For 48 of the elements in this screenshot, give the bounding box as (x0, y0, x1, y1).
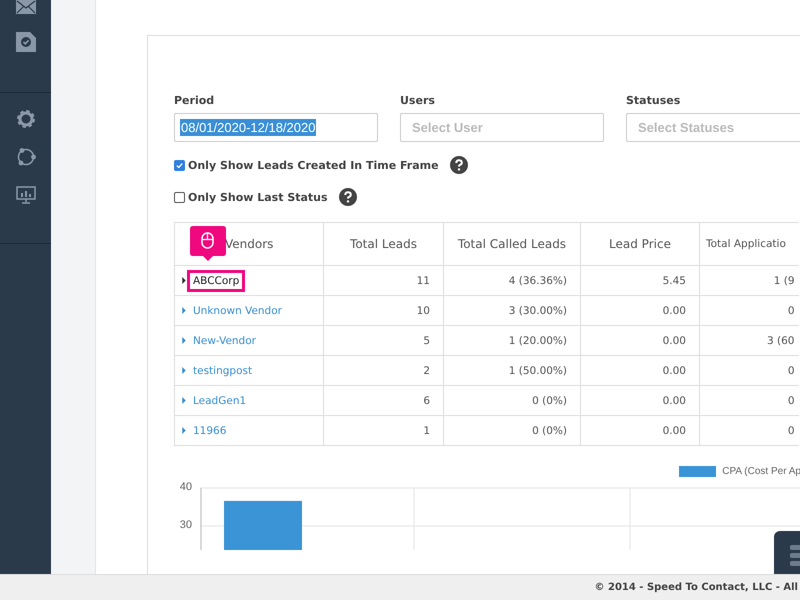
filter-label: Statuses (626, 94, 682, 107)
table-cell: 4 (36.36%) (444, 266, 580, 296)
y-axis-tick: 30 (180, 519, 192, 531)
help-icon[interactable] (338, 188, 357, 206)
checkbox[interactable] (174, 192, 185, 202)
table-cell: 1 (50.00%) (444, 356, 580, 386)
table-cell: 1 (324, 416, 444, 446)
date-range-field[interactable]: 08/01/2020-12/18/2020 (174, 113, 378, 142)
mouse-icon (201, 232, 214, 249)
help-icon[interactable] (450, 156, 468, 174)
table-cell: 6 (324, 386, 444, 416)
table-cell: 2 (324, 356, 444, 386)
table-cell: 0.00 (580, 326, 700, 356)
table-cell: 3 (30.00%) (444, 296, 580, 326)
y-axis-tick: 40 (180, 481, 192, 493)
copyright-text: © 2014 - Speed To Contact, LLC - All (594, 582, 799, 593)
table-cell: 0.00 (580, 416, 700, 446)
column-header: Total Applicatio (700, 222, 798, 266)
checkbox[interactable] (174, 160, 185, 170)
network-icon[interactable] (16, 147, 36, 167)
expand-caret-icon[interactable] (182, 277, 186, 284)
checkbox-label: Only Show Last Status (188, 190, 328, 204)
table-cell: 5.45 (580, 266, 700, 296)
checkbox-label: Only Show Leads Created In Time Frame (188, 158, 439, 172)
check-document-icon[interactable] (16, 32, 36, 52)
table-cell: 0.00 (580, 356, 700, 386)
mail-icon[interactable] (16, 0, 36, 14)
monitor-chart-icon[interactable] (16, 185, 36, 205)
filter-label: Users (400, 94, 436, 107)
table-cell: 0 (0%) (444, 386, 580, 416)
table-cell: 11 (324, 266, 444, 296)
table-cell: 0.00 (580, 386, 700, 416)
column-header: Vendors (174, 222, 324, 266)
select-field[interactable]: Select Statuses (626, 113, 800, 142)
column-header: Total Called Leads (444, 222, 580, 266)
filter-label: Period (174, 94, 216, 107)
table-cell: 0.00 (580, 296, 700, 326)
table-cell: 5 (324, 326, 444, 356)
table-cell: 10 (324, 296, 444, 326)
table-cell: 1 (20.00%) (444, 326, 580, 356)
vendor-link[interactable]: 11966 (190, 422, 230, 438)
field-value: 08/01/2020-12/18/2020 (180, 119, 316, 136)
vendor-link[interactable]: ABCCorp (190, 272, 242, 288)
column-header: Lead Price (580, 222, 700, 266)
table-cell: 0 (0%) (444, 416, 580, 446)
column-header: Total Leads (324, 222, 444, 266)
settings-icon[interactable] (16, 109, 36, 129)
select-field[interactable]: Select User (400, 113, 604, 142)
